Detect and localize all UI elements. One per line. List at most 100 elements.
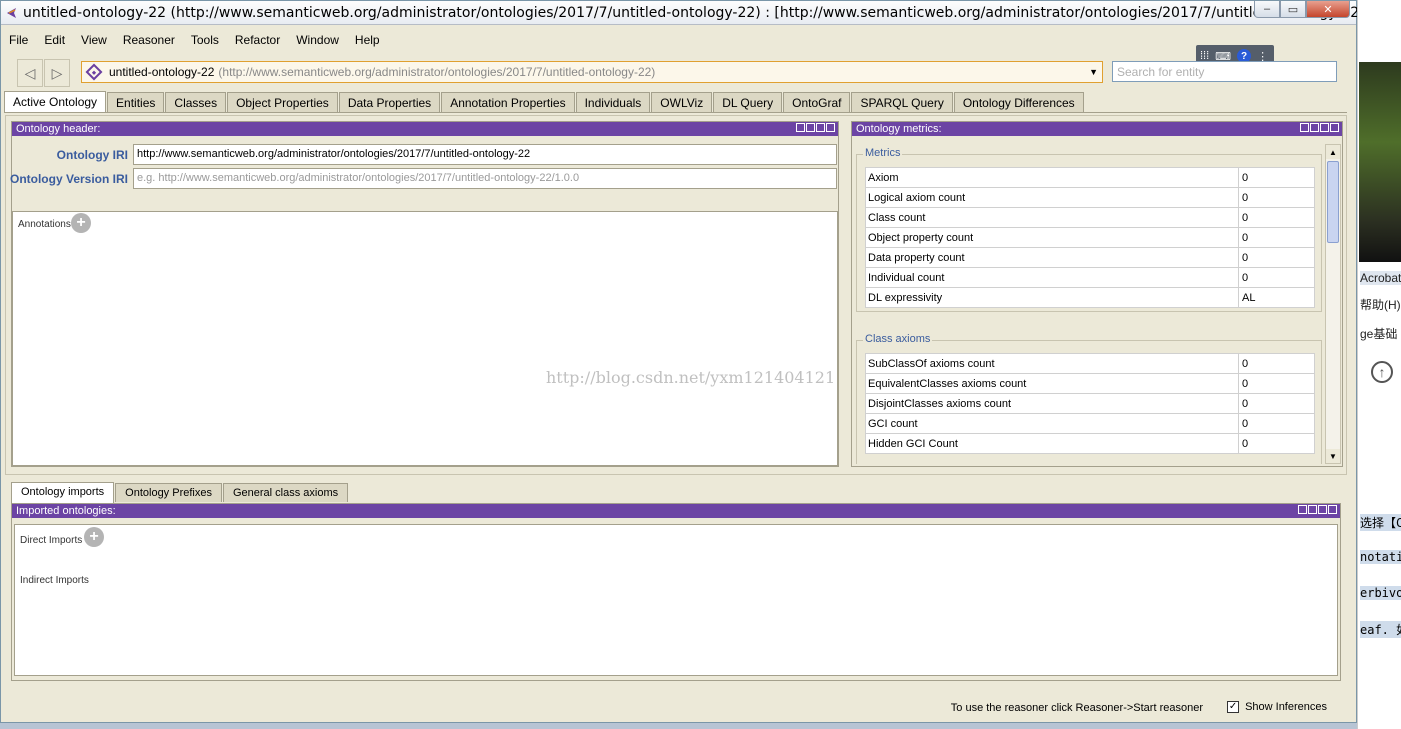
metric-name: Data property count — [865, 247, 1239, 268]
maximize-button[interactable]: ▭ — [1280, 1, 1306, 18]
metric-name: SubClassOf axioms count — [865, 353, 1239, 374]
table-row: DL expressivity AL — [865, 287, 1315, 308]
show-inferences-toggle[interactable]: ✓ Show Inferences — [1227, 701, 1327, 713]
ontology-metrics-panel: Ontology metrics: Metrics Axiom 0 Logical… — [851, 121, 1343, 467]
entity-search-input[interactable]: Search for entity — [1112, 61, 1337, 82]
float-view-icon[interactable] — [1308, 505, 1317, 514]
metrics-group-title: Metrics — [863, 147, 903, 159]
tab-data-properties[interactable]: Data Properties — [338, 92, 441, 112]
close-button[interactable]: ✕ — [1306, 1, 1350, 18]
navigation-row: ◁ ▷ untitled-ontology-22 (http://www.sem… — [1, 55, 1356, 91]
back-arrow-icon: ◁ — [24, 64, 36, 81]
maximize-view-icon[interactable] — [1318, 505, 1327, 514]
taskbar-strip — [0, 723, 1357, 729]
metric-value: AL — [1238, 287, 1315, 308]
menu-bar: File Edit View Reasoner Tools Refactor W… — [1, 29, 388, 51]
float-view-icon[interactable] — [806, 123, 815, 132]
ontology-metrics-title-bar: Ontology metrics: — [852, 122, 1342, 136]
add-import-icon[interactable]: + — [84, 527, 104, 547]
menu-edit[interactable]: Edit — [36, 29, 73, 51]
scroll-down-icon[interactable]: ▼ — [1326, 449, 1340, 463]
metric-value: 0 — [1238, 187, 1315, 208]
background-text: eaf. 如 — [1360, 621, 1401, 638]
tab-owlviz[interactable]: OWLViz — [651, 92, 713, 112]
indirect-imports-label: Indirect Imports — [20, 575, 89, 586]
show-inferences-checkbox[interactable]: ✓ — [1227, 701, 1240, 713]
menu-reasoner[interactable]: Reasoner — [115, 29, 183, 51]
tab-ontology-differences[interactable]: Ontology Differences — [953, 92, 1084, 112]
metric-value: 0 — [1238, 167, 1315, 188]
menu-view[interactable]: View — [73, 29, 115, 51]
metric-name: Class count — [865, 207, 1239, 228]
ontology-iri-field[interactable]: http://www.semanticweb.org/administrator… — [133, 144, 837, 165]
tabs-divider — [4, 112, 1347, 113]
menu-tools[interactable]: Tools — [183, 29, 227, 51]
ontology-version-iri-field[interactable]: e.g. http://www.semanticweb.org/administ… — [133, 168, 837, 189]
table-row: Individual count 0 — [865, 267, 1315, 288]
metrics-scrollbar[interactable]: ▲ ▼ — [1325, 144, 1341, 464]
metric-name: Axiom — [865, 167, 1239, 188]
float-view-icon[interactable] — [1310, 123, 1319, 132]
ontology-header-title-bar: Ontology header: — [12, 122, 838, 136]
protege-app-icon — [7, 8, 16, 18]
close-view-icon[interactable] — [1330, 123, 1339, 132]
tab-dl-query[interactable]: DL Query — [713, 92, 783, 112]
background-blank — [1358, 0, 1401, 62]
maximize-view-icon[interactable] — [1320, 123, 1329, 132]
table-row: Object property count 0 — [865, 227, 1315, 248]
background-text: ge基础 — [1360, 327, 1398, 341]
scroll-to-top-icon[interactable]: ↑ — [1371, 361, 1393, 383]
tab-classes[interactable]: Classes — [165, 92, 227, 112]
back-button[interactable]: ◁ — [17, 59, 43, 87]
split-view-icon[interactable] — [1298, 505, 1307, 514]
maximize-view-icon[interactable] — [816, 123, 825, 132]
class-axioms-table: SubClassOf axioms count 0 EquivalentClass… — [865, 353, 1315, 454]
add-annotation-icon[interactable]: + — [71, 213, 91, 233]
split-view-icon[interactable] — [1300, 123, 1309, 132]
menu-help[interactable]: Help — [347, 29, 388, 51]
tab-ontology-prefixes[interactable]: Ontology Prefixes — [115, 483, 222, 502]
table-row: Data property count 0 — [865, 247, 1315, 268]
tab-sparql-query[interactable]: SPARQL Query — [851, 92, 953, 112]
minimize-button[interactable]: – — [1254, 1, 1280, 18]
table-row: Axiom 0 — [865, 167, 1315, 188]
menu-window[interactable]: Window — [288, 29, 347, 51]
ontology-header-title: Ontology header: — [16, 123, 101, 135]
metric-name: Logical axiom count — [865, 187, 1239, 208]
tab-individuals[interactable]: Individuals — [575, 92, 651, 112]
table-row: Logical axiom count 0 — [865, 187, 1315, 208]
table-row: SubClassOf axioms count 0 — [865, 353, 1315, 374]
panel-view-controls — [1298, 505, 1337, 514]
menu-refactor[interactable]: Refactor — [227, 29, 288, 51]
tab-ontology-imports[interactable]: Ontology imports — [11, 482, 115, 503]
metric-name: EquivalentClasses axioms count — [865, 373, 1239, 394]
metric-value: 0 — [1238, 413, 1315, 434]
tab-active-ontology[interactable]: Active Ontology — [4, 91, 107, 113]
imported-ontologies-title-bar: Imported ontologies: — [12, 504, 1340, 518]
metrics-scroll-area: Metrics Axiom 0 Logical axiom count 0 Clas… — [856, 142, 1326, 464]
tab-annotation-properties[interactable]: Annotation Properties — [441, 92, 575, 112]
tab-general-class-axioms[interactable]: General class axioms — [222, 483, 349, 502]
forward-button[interactable]: ▷ — [44, 59, 70, 87]
background-text: Acrobat — [1360, 271, 1401, 285]
close-view-icon[interactable] — [826, 123, 835, 132]
tab-object-properties[interactable]: Object Properties — [227, 92, 338, 112]
split-view-icon[interactable] — [796, 123, 805, 132]
close-view-icon[interactable] — [1328, 505, 1337, 514]
scrollbar-thumb[interactable] — [1327, 161, 1339, 243]
imports-tabs: Ontology imports Ontology Prefixes Gener… — [11, 482, 349, 503]
background-text: notati — [1360, 550, 1401, 564]
metric-name: GCI count — [865, 413, 1239, 434]
menu-file[interactable]: File — [1, 29, 36, 51]
ontology-metrics-title: Ontology metrics: — [856, 123, 942, 135]
show-inferences-label: Show Inferences — [1245, 701, 1327, 713]
tab-entities[interactable]: Entities — [107, 92, 165, 112]
active-ontology-selector[interactable]: untitled-ontology-22 (http://www.semanti… — [81, 61, 1103, 83]
imported-ontologies-panel: Imported ontologies: Direct Imports + In… — [11, 503, 1341, 681]
scroll-up-icon[interactable]: ▲ — [1326, 145, 1340, 159]
metric-name: Individual count — [865, 267, 1239, 288]
tab-ontograf[interactable]: OntoGraf — [783, 92, 851, 112]
chevron-down-icon[interactable]: ▼ — [1089, 67, 1098, 77]
reasoner-hint: To use the reasoner click Reasoner->Star… — [950, 702, 1203, 714]
metric-name: Hidden GCI Count — [865, 433, 1239, 454]
